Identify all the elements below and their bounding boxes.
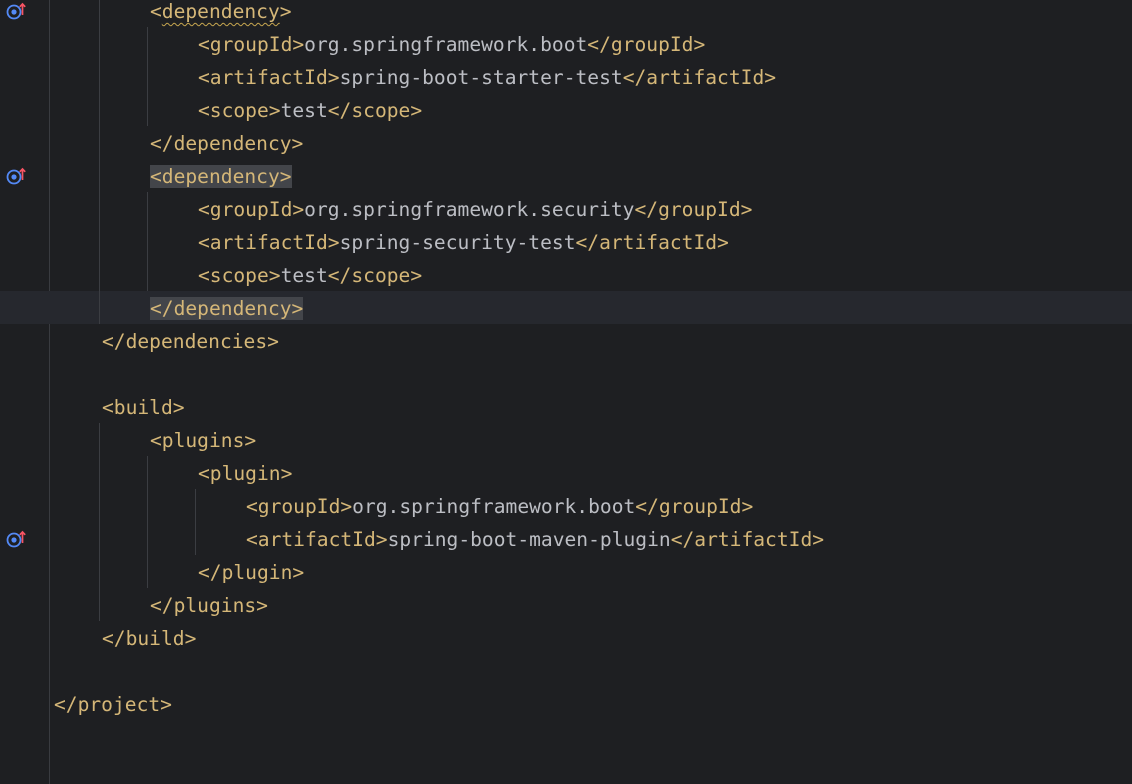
tag-value: spring-boot-maven-plugin [387,528,671,551]
tag-bracket: > [268,264,281,287]
code-line[interactable]: <scope>test</scope> [198,94,422,127]
xml-open-tag: <artifactId> [246,528,388,551]
tag-bracket: < [198,231,210,254]
tag-bracket: > [268,99,281,122]
xml-close-tag: </artifactId> [575,231,729,254]
xml-close-tag: </artifactId> [622,66,777,89]
maven-dependency-update-icon[interactable] [6,1,26,20]
code-line[interactable]: </dependency> [150,127,303,160]
xml-tag: </build> [102,627,197,650]
tag-name: groupId [209,198,293,221]
code-line[interactable]: <artifactId>spring-security-test</artifa… [198,226,729,259]
xml-close-tag: </groupId> [634,198,753,221]
code-line[interactable]: </dependencies> [102,325,279,358]
tag-name: groupId [209,33,293,56]
code-line[interactable]: <dependency> [150,160,292,193]
xml-close-tag: </groupId> [587,33,706,56]
indent-guide [147,27,148,126]
tag-value: test [280,264,328,287]
xml-open-tag: <groupId> [246,495,352,518]
tag-bracket: < [246,495,258,518]
xml-tag: </plugin> [198,561,305,584]
tag-value: spring-boot-starter-test [339,66,623,89]
code-line[interactable]: <scope>test</scope> [198,259,422,292]
xml-close-tag: </groupId> [635,495,754,518]
tag-value: org.springframework.boot [352,495,636,518]
xml-open-tag: <dependency> [150,0,292,23]
xml-tag: </project> [54,693,172,716]
xml-open-tag: <scope> [198,264,281,287]
tag-bracket: > [327,231,340,254]
tag-bracket: > [292,33,305,56]
tag-name: artifactId [257,528,376,551]
tag-bracket: > [327,66,340,89]
tag-bracket: > [279,0,292,23]
xml-open-tag: <groupId> [198,198,304,221]
xml-tag: <plugin> [198,462,293,485]
xml-close-tag: </artifactId> [670,528,825,551]
xml-tag: </dependency> [150,297,304,320]
xml-tag: <plugins> [150,429,257,452]
code-line[interactable]: <plugin> [198,457,292,490]
code-line[interactable]: </dependency> [150,292,304,325]
tag-bracket: < [198,33,210,56]
tag-bracket: < [198,198,210,221]
xml-open-tag: <artifactId> [198,231,340,254]
tag-value: org.springframework.boot [304,33,588,56]
xml-close-tag: </scope> [327,264,423,287]
xml-tag: </plugins> [150,594,268,617]
code-line[interactable]: <dependency> [150,0,292,28]
tag-bracket: > [340,495,353,518]
tag-bracket: < [246,528,258,551]
tag-bracket: > [375,528,388,551]
maven-dependency-update-icon[interactable] [6,166,26,185]
maven-dependency-update-icon[interactable] [6,529,26,548]
xml-open-tag: <groupId> [198,33,304,56]
code-line[interactable]: <artifactId>spring-boot-maven-plugin</ar… [246,523,824,556]
tag-name: dependency [161,0,280,23]
tag-value: spring-security-test [339,231,576,254]
code-line[interactable]: </plugins> [150,589,268,622]
indent-guide [147,192,148,291]
tag-bracket: < [198,99,210,122]
code-line[interactable]: <groupId>org.springframework.boot</group… [198,28,705,61]
tag-name: artifactId [209,231,328,254]
code-line[interactable]: <groupId>org.springframework.boot</group… [246,490,753,523]
tag-name: groupId [257,495,341,518]
indent-guide [99,0,100,324]
indent-guide [99,423,100,621]
xml-tag: </dependencies> [102,330,279,353]
tag-bracket: < [198,66,210,89]
tag-bracket: < [198,264,210,287]
indent-guide [195,489,196,555]
indent-guide [147,456,148,588]
code-line[interactable]: <build> [102,391,185,424]
tag-name: scope [209,264,269,287]
xml-close-tag: </scope> [327,99,423,122]
tag-value: test [280,99,328,122]
xml-open-tag: <artifactId> [198,66,340,89]
code-line[interactable]: </project> [54,688,172,721]
code-line[interactable]: <groupId>org.springframework.security</g… [198,193,752,226]
code-line[interactable]: <artifactId>spring-boot-starter-test</ar… [198,61,776,94]
xml-tag: </dependency> [150,132,304,155]
xml-tag: <build> [102,396,185,419]
code-line[interactable]: </plugin> [198,556,304,589]
tag-bracket: > [292,198,305,221]
xml-tag: <dependency> [150,165,292,188]
code-line[interactable]: <plugins> [150,424,256,457]
tag-name: scope [209,99,269,122]
xml-open-tag: <scope> [198,99,281,122]
tag-value: org.springframework.security [304,198,635,221]
gutter-separator [49,0,50,784]
tag-name: artifactId [209,66,328,89]
code-line[interactable]: </build> [102,622,196,655]
tag-bracket: < [150,0,162,23]
